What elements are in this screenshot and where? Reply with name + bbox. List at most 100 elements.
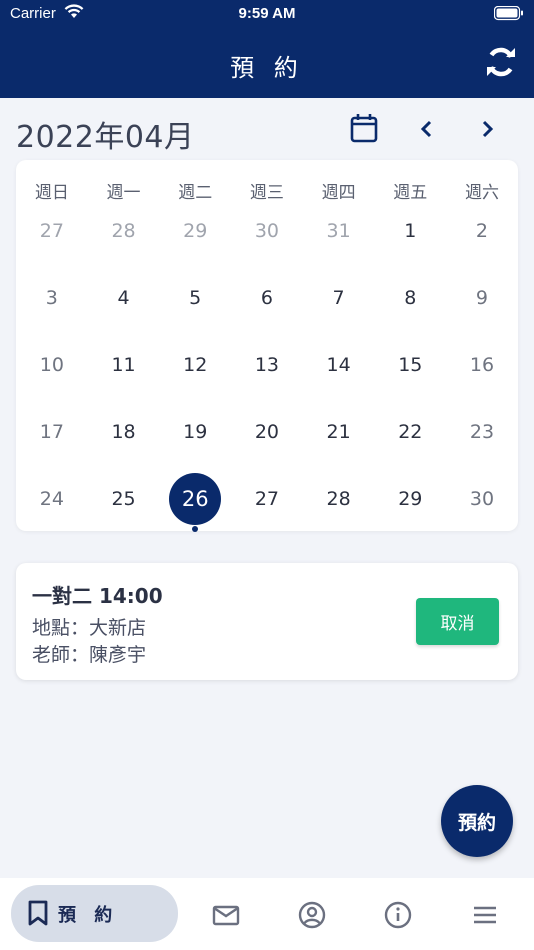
nav-item-booking[interactable]: 預 約 (11, 885, 178, 942)
calendar-day[interactable]: 19 (159, 407, 231, 457)
bookmark-icon (28, 900, 48, 926)
app-header: Carrier 9:59 AM 預 約 (0, 0, 534, 98)
calendar-day[interactable]: 28 (88, 206, 160, 256)
day-number: 17 (39, 421, 64, 443)
day-number: 11 (111, 354, 136, 376)
calendar-day[interactable]: 15 (374, 340, 446, 390)
calendar-day[interactable]: 12 (159, 340, 231, 390)
calendar-day[interactable]: 13 (231, 340, 303, 390)
page-title: 預 約 (230, 54, 304, 82)
menu-icon (474, 906, 496, 924)
month-label: 2022年04月 (16, 120, 195, 155)
day-number: 19 (183, 421, 208, 443)
calendar-week-row: 27 28 29 30 31 1 2 (16, 206, 518, 256)
day-number: 16 (469, 354, 495, 376)
weekday-header: 週日 週一 週二 週三 週四 週五 週六 (16, 178, 518, 203)
prev-month-button[interactable] (418, 118, 436, 140)
day-number: 29 (183, 220, 208, 242)
calendar-day[interactable]: 9 (446, 273, 518, 323)
calendar-day[interactable]: 29 (159, 206, 231, 256)
day-number: 6 (260, 287, 273, 309)
day-number: 29 (398, 488, 423, 510)
weekday-label: 週四 (321, 183, 356, 203)
day-number: 13 (254, 354, 279, 376)
calendar-day[interactable]: 2 (446, 206, 518, 256)
calendar-day[interactable]: 21 (303, 407, 375, 457)
calendar-day[interactable]: 3 (16, 273, 88, 323)
nav-item-info[interactable] (383, 900, 413, 930)
nav-item-label: 預 約 (58, 905, 119, 926)
day-number: 24 (39, 488, 64, 510)
calendar-day[interactable]: 23 (446, 407, 518, 457)
calendar-week-row: 3 4 5 6 7 8 9 (16, 273, 518, 323)
calendar-week-row: 17 18 19 20 21 22 23 (16, 407, 518, 457)
calendar-day[interactable]: 10 (16, 340, 88, 390)
chevron-left-icon (420, 120, 432, 138)
event-indicator-dot (192, 526, 199, 532)
info-icon (384, 901, 412, 929)
mail-icon (212, 905, 240, 926)
nav-item-profile[interactable] (297, 900, 327, 930)
calendar-grid: 週日 週一 週二 週三 週四 週五 週六 27 28 29 30 31 1 2 3 4 5 6 7 8 9… (16, 160, 518, 532)
day-number: 10 (39, 354, 64, 376)
cancel-button[interactable]: 取消 (416, 598, 499, 645)
day-number: 2 (475, 220, 489, 242)
refresh-button[interactable] (484, 45, 518, 79)
calendar-day[interactable]: 28 (303, 474, 375, 524)
calendar-day[interactable]: 30 (446, 474, 518, 524)
calendar-day-selected[interactable]: 26 (159, 473, 231, 532)
calendar-day[interactable]: 27 (231, 474, 303, 524)
weekday-label: 週二 (178, 183, 213, 203)
day-number: 9 (475, 287, 489, 309)
day-number: 27 (39, 220, 64, 242)
day-number: 8 (404, 287, 417, 309)
appointment-teacher: 老師：陳彥宇 (32, 644, 147, 666)
month-selector: 2022年04月 (16, 108, 518, 155)
next-month-button[interactable] (478, 118, 496, 140)
calendar-day[interactable]: 20 (231, 407, 303, 457)
calendar-day[interactable]: 18 (88, 407, 160, 457)
day-number: 20 (254, 421, 279, 443)
calendar-week-row: 24 25 26 27 28 29 30 (16, 473, 518, 532)
calendar-day[interactable]: 1 (374, 206, 446, 256)
refresh-icon (487, 47, 515, 77)
nav-item-messages[interactable] (211, 900, 241, 930)
weekday-label: 週五 (393, 183, 428, 203)
calendar-day[interactable]: 30 (231, 206, 303, 256)
book-fab-button[interactable]: 預約 (441, 785, 513, 857)
day-number: 4 (117, 287, 130, 309)
day-number: 21 (326, 421, 351, 443)
day-number: 30 (254, 220, 279, 242)
calendar-week-row: 10 11 12 13 14 15 16 (16, 340, 518, 390)
calendar-day[interactable]: 5 (159, 273, 231, 323)
calendar-day[interactable]: 14 (303, 340, 375, 390)
day-number: 26 (169, 473, 222, 525)
calendar-day[interactable]: 6 (231, 273, 303, 323)
battery-icon (493, 5, 524, 25)
appointment-title: 一對二 14:00 (32, 584, 163, 608)
calendar-day[interactable]: 25 (88, 474, 160, 524)
calendar-day[interactable]: 7 (303, 273, 375, 323)
calendar-day[interactable]: 16 (446, 340, 518, 390)
calendar-day[interactable]: 11 (88, 340, 160, 390)
calendar-day[interactable]: 17 (16, 407, 88, 457)
day-number: 25 (111, 488, 136, 510)
day-number: 18 (111, 421, 136, 443)
day-number: 28 (111, 220, 136, 242)
calendar-button[interactable] (350, 113, 378, 143)
day-number: 12 (183, 354, 208, 376)
calendar-day[interactable]: 8 (374, 273, 446, 323)
day-number: 5 (189, 287, 202, 309)
calendar-day[interactable]: 24 (16, 474, 88, 524)
calendar-day[interactable]: 22 (374, 407, 446, 457)
day-number: 3 (45, 287, 58, 309)
calendar-icon (350, 114, 378, 143)
clock-label: 9:59 AM (238, 5, 296, 22)
calendar-day[interactable]: 31 (303, 206, 375, 256)
nav-item-menu[interactable] (470, 900, 500, 930)
calendar-day[interactable]: 27 (16, 206, 88, 256)
calendar-day[interactable]: 29 (374, 474, 446, 524)
day-number: 22 (398, 421, 423, 443)
calendar-day[interactable]: 4 (88, 273, 160, 323)
weekday-label: 週日 (34, 183, 69, 203)
